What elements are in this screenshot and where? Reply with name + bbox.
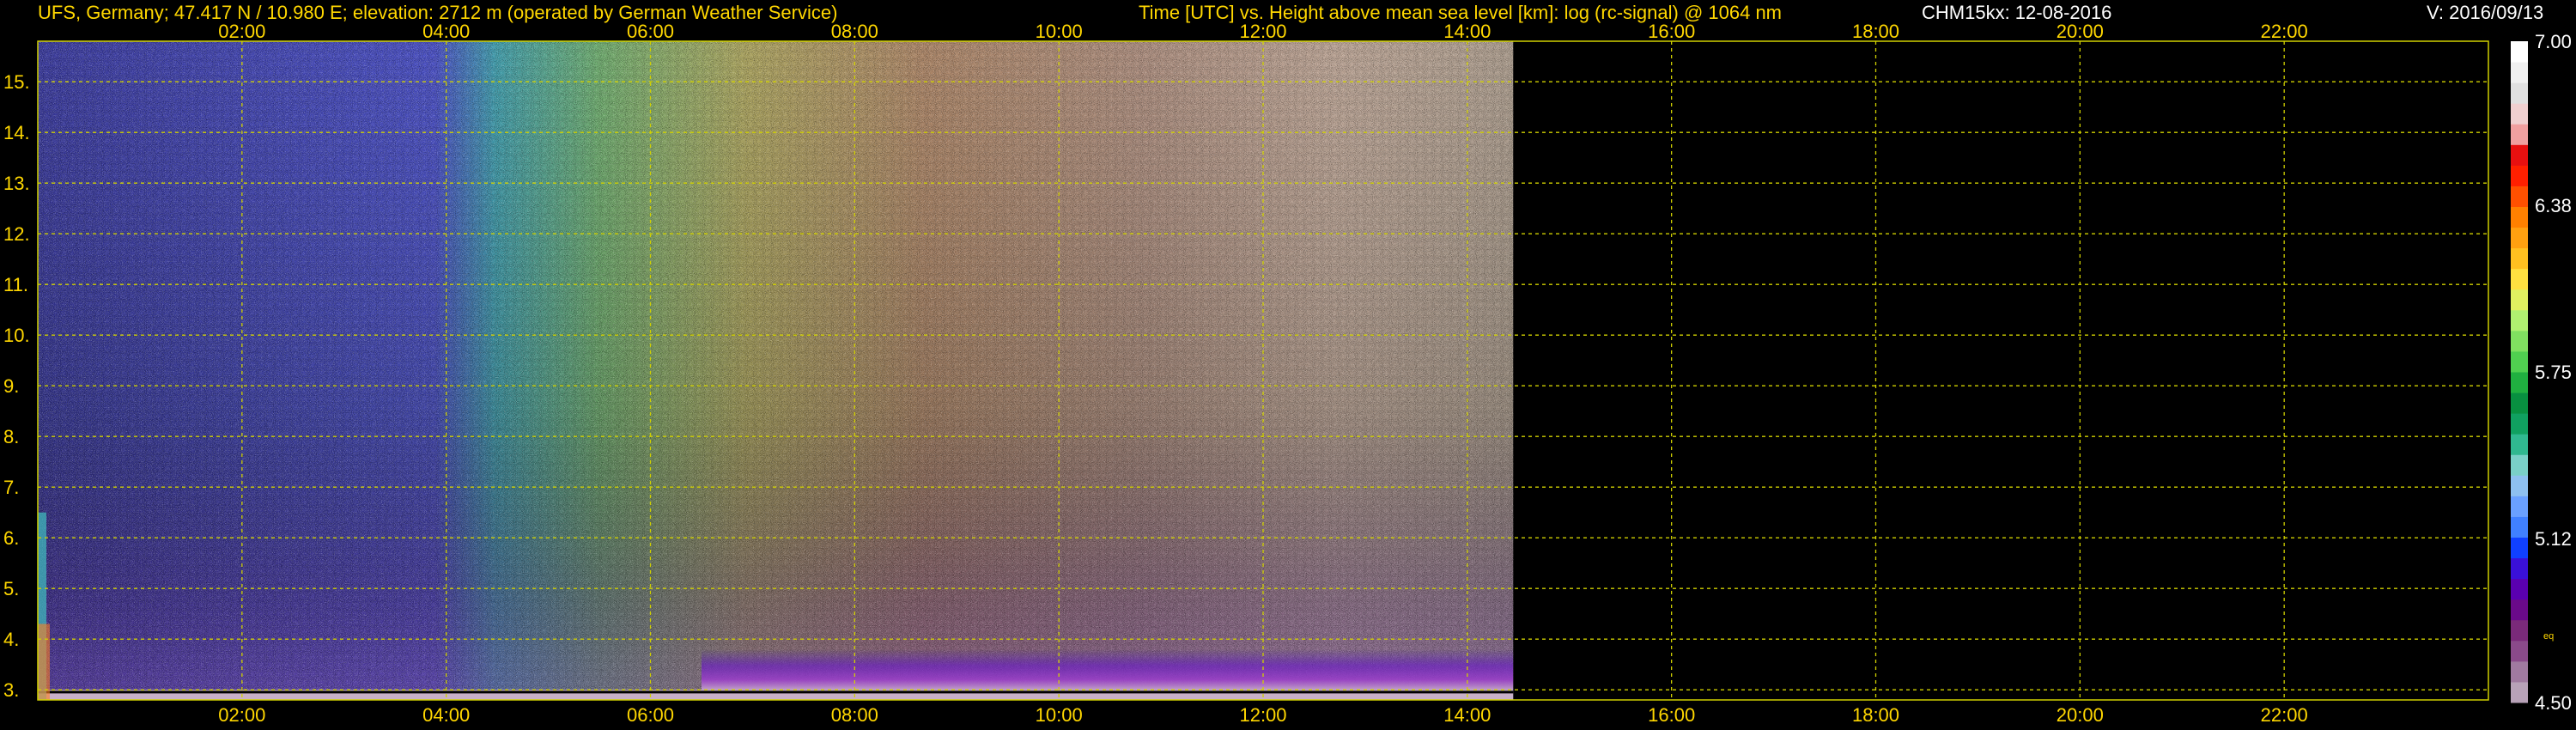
- y-tick-label: 5.: [3, 578, 19, 599]
- colorbar-side-label: eq: [2543, 631, 2554, 642]
- x-tick-label-top: 20:00: [2057, 21, 2104, 42]
- start-column-warm: [38, 624, 50, 700]
- colorbar-swatch: [2511, 227, 2528, 249]
- colorbar-swatch: [2511, 413, 2528, 435]
- colorbar-swatch: [2511, 537, 2528, 559]
- x-tick-label-bottom: 12:00: [1239, 704, 1286, 726]
- x-tick-label-top: 08:00: [831, 21, 878, 42]
- colorbar-swatch: [2511, 475, 2528, 496]
- colorbar-swatch: [2511, 186, 2528, 207]
- colorbar-swatch: [2511, 372, 2528, 393]
- colorbar-swatch: [2511, 599, 2528, 621]
- y-tick-label: 9.: [3, 375, 19, 397]
- x-tick-label-top: 04:00: [422, 21, 470, 42]
- colorbar-swatch: [2511, 496, 2528, 517]
- colorbar-swatch: [2511, 41, 2528, 63]
- y-tick-label: 12.: [3, 223, 30, 245]
- y-tick-label: 4.: [3, 629, 19, 650]
- lidar-chart: 02:00 02:00 04:00 04:00 06:00 06:00 08:00 08:00…: [3, 21, 2572, 726]
- colorbar-swatch: [2511, 62, 2528, 83]
- y-tick-label: 10.: [3, 325, 30, 346]
- x-tick-label-bottom: 02:00: [218, 704, 265, 726]
- y-tick-label: 13.: [3, 173, 30, 194]
- y-tick-label: 6.: [3, 527, 19, 549]
- colorbar-swatch: [2511, 516, 2528, 538]
- colorbar-tick-label: 6.38: [2535, 195, 2572, 216]
- x-tick-label-top: 18:00: [1852, 21, 1899, 42]
- y-tick-label: 3.: [3, 679, 19, 701]
- colorbar-swatch: [2511, 103, 2528, 125]
- x-tick-label-bottom: 06:00: [627, 704, 674, 726]
- colorbar-tick-label: 5.12: [2535, 528, 2572, 550]
- colorbar-swatch: [2511, 247, 2528, 270]
- colorbar-swatch: [2511, 82, 2528, 104]
- colorbar-swatch: [2511, 454, 2528, 476]
- colorbar-swatch: [2511, 681, 2528, 703]
- colorbar-tick-label: 7.00: [2535, 31, 2572, 52]
- x-tick-label-top: 06:00: [627, 21, 674, 42]
- x-tick-label-bottom: 10:00: [1036, 704, 1083, 726]
- colorbar-swatch: [2511, 557, 2528, 580]
- colorbar-swatch: [2511, 206, 2528, 228]
- boundary-layer-band: [701, 649, 1514, 690]
- x-tick-label-bottom: 04:00: [422, 704, 470, 726]
- x-tick-label-top: 02:00: [218, 21, 265, 42]
- x-tick-label-bottom: 18:00: [1852, 704, 1899, 726]
- colorbar-swatch: [2511, 392, 2528, 414]
- x-tick-label-top: 16:00: [1648, 21, 1695, 42]
- colorbar-swatch: [2511, 330, 2528, 352]
- colorbar-swatch: [2511, 289, 2528, 311]
- colorbar-swatch: [2511, 124, 2528, 145]
- colorbar-swatch: [2511, 660, 2528, 683]
- x-tick-label-top: 12:00: [1239, 21, 1286, 42]
- y-tick-label: 11.: [3, 274, 28, 295]
- colorbar: 7.00 6.38 5.75 5.12 4.50 eq: [2511, 31, 2572, 714]
- no-data-area: [1513, 41, 2488, 700]
- x-tick-label-top: 22:00: [2261, 21, 2308, 42]
- colorbar-tick-label: 4.50: [2535, 692, 2572, 714]
- colorbar-swatch: [2511, 434, 2528, 455]
- colorbar-swatch: [2511, 144, 2528, 166]
- x-tick-label-bottom: 16:00: [1648, 704, 1695, 726]
- x-tick-label-bottom: 14:00: [1443, 704, 1491, 726]
- heatmap-noise-dark: [38, 41, 1514, 700]
- colorbar-swatch: [2511, 350, 2528, 373]
- x-tick-label-bottom: 20:00: [2057, 704, 2104, 726]
- y-tick-label: 14.: [3, 122, 30, 143]
- y-tick-label: 8.: [3, 426, 19, 447]
- colorbar-swatch: [2511, 619, 2528, 642]
- colorbar-tick-label: 5.75: [2535, 362, 2572, 383]
- x-tick-label-top: 10:00: [1036, 21, 1083, 42]
- colorbar-swatch: [2511, 165, 2528, 186]
- x-tick-label-top: 14:00: [1443, 21, 1491, 42]
- colorbar-swatch: [2511, 309, 2528, 332]
- colorbar-swatch: [2511, 268, 2528, 290]
- x-tick-label-bottom: 22:00: [2261, 704, 2308, 726]
- colorbar-swatch: [2511, 640, 2528, 662]
- ground-line: [38, 690, 1514, 694]
- y-tick-label: 7.: [3, 477, 19, 498]
- x-tick-label-bottom: 08:00: [831, 704, 878, 726]
- colorbar-swatch: [2511, 578, 2528, 600]
- y-tick-label: 15.: [3, 71, 30, 93]
